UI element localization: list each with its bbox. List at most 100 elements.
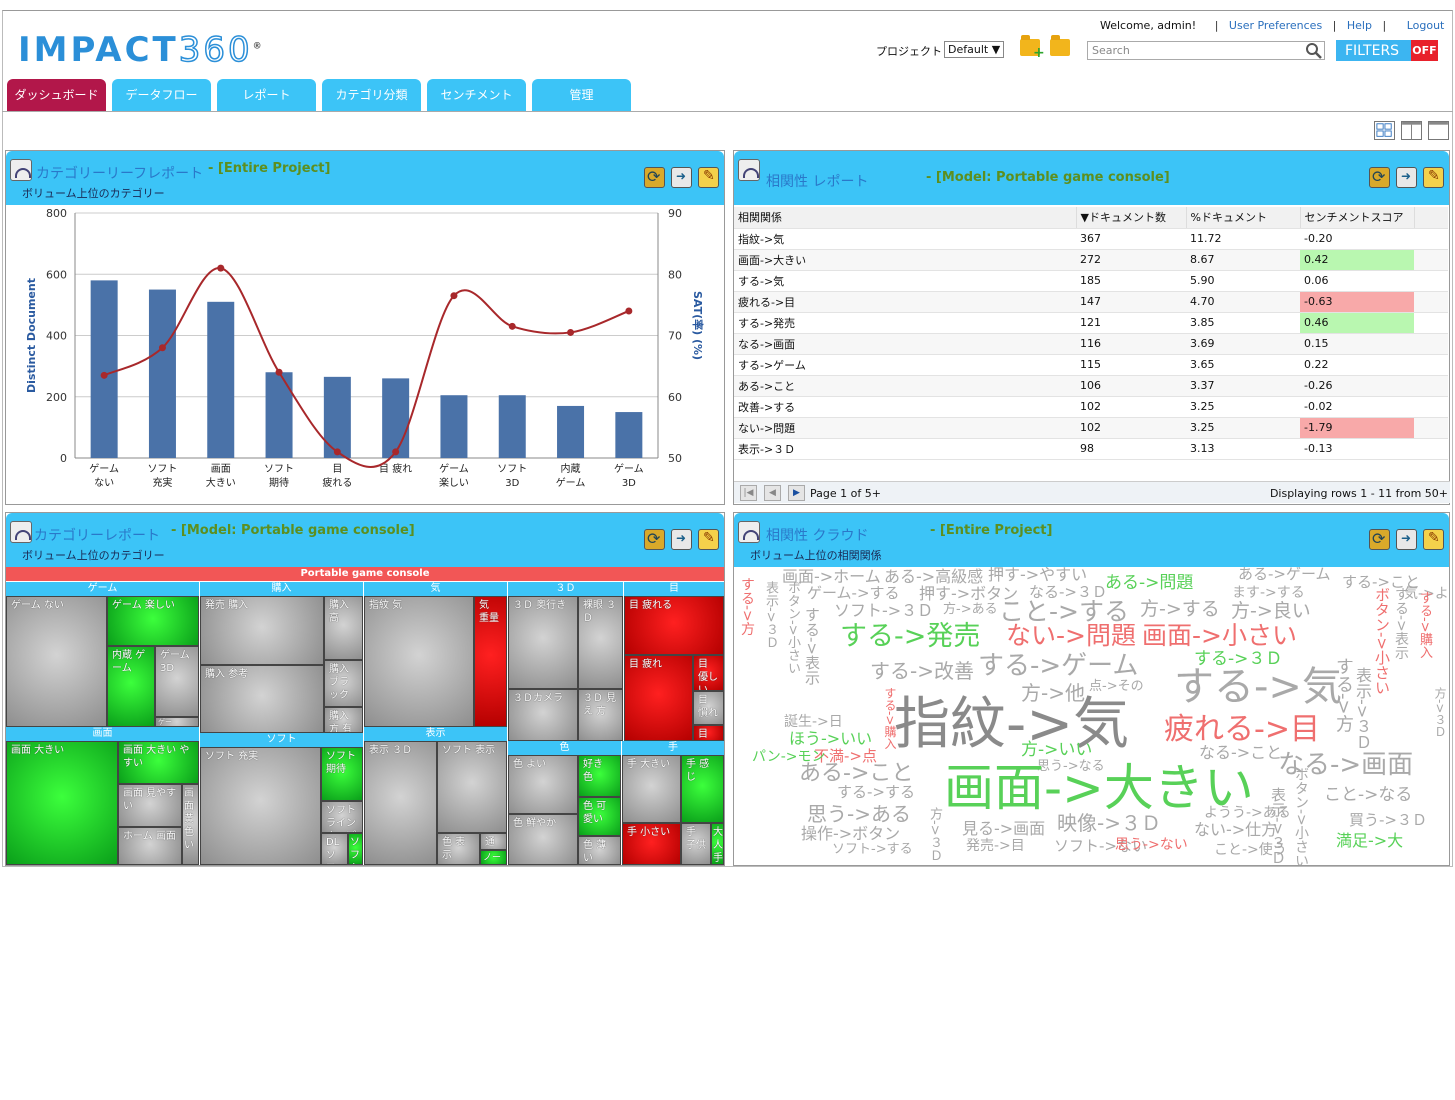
cloud-term[interactable]: ない->問題 (1006, 623, 1136, 648)
treemap-cell[interactable]: ３Ｄ 見え 方 (578, 689, 623, 741)
layout-grid-icon[interactable] (1374, 121, 1395, 140)
open-folder-icon[interactable] (1050, 35, 1070, 56)
treemap-cell[interactable]: 画面 大きい (6, 741, 118, 865)
first-page-icon[interactable]: |◀ (740, 485, 757, 501)
treemap-cell[interactable]: 購入 ブラック (324, 660, 363, 707)
cloud-term[interactable]: ゲーム->する (807, 586, 900, 601)
search-input[interactable]: Search (1087, 41, 1325, 60)
treemap-cell[interactable]: 色 表示 (437, 833, 480, 865)
treemap-cell[interactable]: 色 よい (508, 755, 578, 814)
col-header-doc-count[interactable]: ▼ドキュメント数 (1076, 207, 1187, 229)
cloud-term[interactable]: する->改善 (870, 661, 974, 681)
refresh-icon[interactable] (1369, 167, 1390, 188)
project-select[interactable]: Default ▼ (944, 41, 1004, 58)
cloud-term[interactable]: 思う->ない (1115, 838, 1188, 852)
treemap-group[interactable]: ソフト (200, 733, 363, 747)
treemap-cell[interactable]: 購入 参考 (200, 665, 324, 733)
impact360-logo[interactable]: IMPACT360® (18, 29, 265, 71)
col-header-sentiment[interactable]: センチメントスコア (1300, 207, 1415, 229)
treemap-cell[interactable]: ホーム 画面 (118, 827, 182, 865)
col-header-doc-pct[interactable]: %ドキュメント (1186, 207, 1301, 229)
cloud-term[interactable]: する->する (837, 785, 915, 800)
edit-icon[interactable] (698, 529, 719, 550)
cloud-term[interactable]: パン->モン (752, 750, 825, 764)
table-row[interactable]: 疲れる->目 147 4.70 -0.63 (734, 291, 1448, 313)
treemap-cell[interactable]: ノーマル (480, 850, 507, 865)
help-link[interactable]: Help (1347, 19, 1372, 32)
cloud-term[interactable]: 方->良い (1231, 602, 1311, 621)
treemap-cell[interactable]: 画面 黄色い (182, 784, 199, 865)
refresh-icon[interactable] (644, 529, 665, 550)
cloud-term-vertical[interactable]: 方->３Ｄ (1433, 687, 1447, 737)
treemap-cell[interactable]: 発売 購入 (200, 596, 324, 665)
treemap-group[interactable]: 手 (622, 741, 724, 755)
table-row[interactable]: 指紋->気 367 11.72 -0.20 (734, 228, 1448, 250)
cloud-term[interactable]: ある->高級感 (884, 569, 983, 585)
cloud-term[interactable]: こと->なる (1324, 787, 1412, 804)
treemap-cell[interactable]: 好き 色 (578, 755, 621, 797)
treemap-cell[interactable]: 目 慣れ (693, 691, 724, 725)
treemap-cell[interactable]: 目 疲れる (624, 596, 724, 655)
treemap-cell[interactable]: ゲーム 楽しい (107, 596, 199, 646)
edit-icon[interactable] (1423, 167, 1444, 188)
treemap-cell[interactable]: 色 薄い (578, 836, 621, 865)
cloud-term-vertical[interactable]: する->方 (1333, 657, 1354, 733)
table-row[interactable]: 改善->する 102 3.25 -0.02 (734, 396, 1448, 418)
treemap-cell[interactable]: 大人 手 (711, 823, 724, 865)
edit-icon[interactable] (1423, 529, 1444, 550)
treemap-cell[interactable]: 表示 ３Ｄ (364, 741, 437, 865)
layout-single-icon[interactable] (1428, 121, 1449, 140)
tab-dashboard[interactable]: ダッシュボード (7, 79, 106, 111)
treemap-cell[interactable]: 目 疲れ (624, 655, 693, 741)
export-icon[interactable] (1396, 167, 1417, 188)
cloud-term[interactable]: ます->する (1232, 586, 1305, 600)
table-row[interactable]: なる->画面 116 3.69 0.15 (734, 333, 1448, 355)
cloud-term-vertical[interactable]: 方->３Ｄ (927, 807, 942, 862)
treemap-group[interactable]: ３Ｄ (508, 582, 623, 596)
treemap-cell[interactable]: 目 優しい (693, 655, 724, 691)
treemap-cell[interactable]: 手 子供 (681, 823, 711, 865)
treemap-cell[interactable]: ゲーム ない (6, 596, 107, 727)
export-icon[interactable] (671, 529, 692, 550)
treemap-cell[interactable]: ソフト 充実 (200, 747, 321, 865)
cloud-term[interactable]: 疲れる->目 (1164, 715, 1320, 745)
tab-dataflow[interactable]: データフロー (112, 79, 211, 111)
tab-admin[interactable]: 管理 (532, 79, 631, 111)
cloud-term[interactable]: ソフト->する (832, 843, 913, 856)
cloud-term[interactable]: 押す->やすい (988, 567, 1087, 583)
cloud-term-vertical[interactable]: ボタン->小さい (1293, 767, 1309, 865)
cloud-term[interactable]: 見る->画面 (962, 821, 1045, 837)
prev-page-icon[interactable]: ◀ (764, 485, 781, 501)
cloud-term[interactable]: ない->仕方 (1194, 822, 1277, 838)
treemap-cell[interactable]: 色 鮮やか (508, 814, 578, 865)
cloud-term[interactable]: ある->問題 (1105, 575, 1193, 592)
logout-link[interactable]: Logout (1407, 19, 1445, 32)
tab-sentiment[interactable]: センチメント (427, 79, 526, 111)
cloud-term-vertical[interactable]: 表示->３Ｄ (763, 581, 778, 649)
treemap-cell[interactable]: 画面 大きい やすい (118, 741, 199, 784)
treemap-cell[interactable]: 通常 (480, 833, 507, 850)
cloud-term[interactable]: 方->いい (1021, 742, 1092, 759)
cloud-term[interactable]: 買う->３Ｄ (1349, 813, 1427, 828)
treemap-cell[interactable]: ３Ｄ 奥行き (508, 596, 578, 689)
cloud-term[interactable]: 画面->小さい (1142, 623, 1297, 648)
filters-state-toggle[interactable]: OFF (1411, 40, 1438, 61)
cloud-term-vertical[interactable]: する->購入 (883, 687, 897, 749)
treemap-cell[interactable]: 裸眼 ３Ｄ (578, 596, 623, 689)
layout-two-column-icon[interactable] (1401, 121, 1422, 140)
table-row[interactable]: 画面->大きい 272 8.67 0.42 (734, 249, 1448, 271)
tab-categories[interactable]: カテゴリ分類 (322, 79, 421, 111)
treemap-cell[interactable]: DL ソフト (321, 833, 348, 865)
treemap-group[interactable]: 画面 (6, 727, 199, 741)
table-row[interactable]: 表示->３Ｄ 98 3.13 -0.13 (734, 438, 1448, 460)
treemap-cell[interactable]: ソフト (348, 833, 363, 865)
edit-icon[interactable] (698, 167, 719, 188)
cloud-term[interactable]: 映像->３Ｄ (1057, 813, 1161, 833)
cloud-term[interactable]: ほう->いい (789, 731, 872, 747)
treemap-group[interactable]: 目 (624, 582, 724, 596)
treemap-cell[interactable]: 色 可愛い (578, 797, 621, 836)
cloud-term-vertical[interactable]: ボタン->小さい (785, 581, 800, 675)
treemap-group[interactable]: 気 (364, 582, 507, 596)
cloud-term[interactable]: ある->ゲーム (1238, 567, 1331, 582)
treemap-cell[interactable]: 画面 見やすい (118, 784, 182, 827)
